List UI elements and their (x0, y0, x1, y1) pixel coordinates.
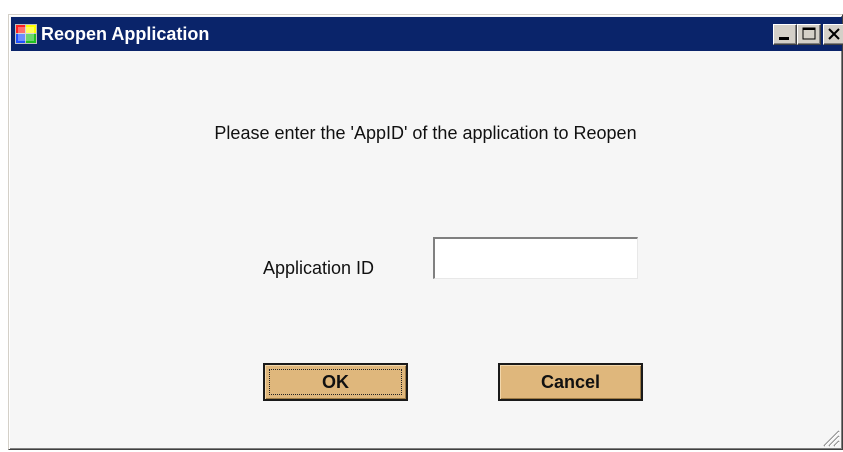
minimize-icon (779, 37, 789, 40)
close-icon (828, 28, 840, 40)
ok-button[interactable]: OK (263, 363, 408, 401)
close-button[interactable] (823, 24, 843, 45)
application-id-label: Application ID (263, 258, 375, 278)
app-window-icon[interactable] (15, 24, 37, 44)
cancel-button[interactable]: Cancel (498, 363, 643, 401)
dialog-content: Please enter the 'AppID' of the applicat… (9, 51, 842, 449)
maximize-icon (802, 27, 816, 40)
application-id-input[interactable] (433, 237, 638, 279)
title-bar[interactable]: Reopen Application (11, 17, 843, 51)
instruction-text: Please enter the 'AppID' of the applicat… (214, 123, 637, 143)
ok-button-label: OK (269, 369, 402, 395)
reopen-application-window: Reopen Application Please enter the 'App… (8, 14, 843, 450)
minimize-button[interactable] (773, 24, 797, 45)
maximize-button[interactable] (797, 24, 821, 45)
window-title: Reopen Application (41, 24, 210, 44)
resize-grip-icon[interactable] (818, 425, 840, 447)
